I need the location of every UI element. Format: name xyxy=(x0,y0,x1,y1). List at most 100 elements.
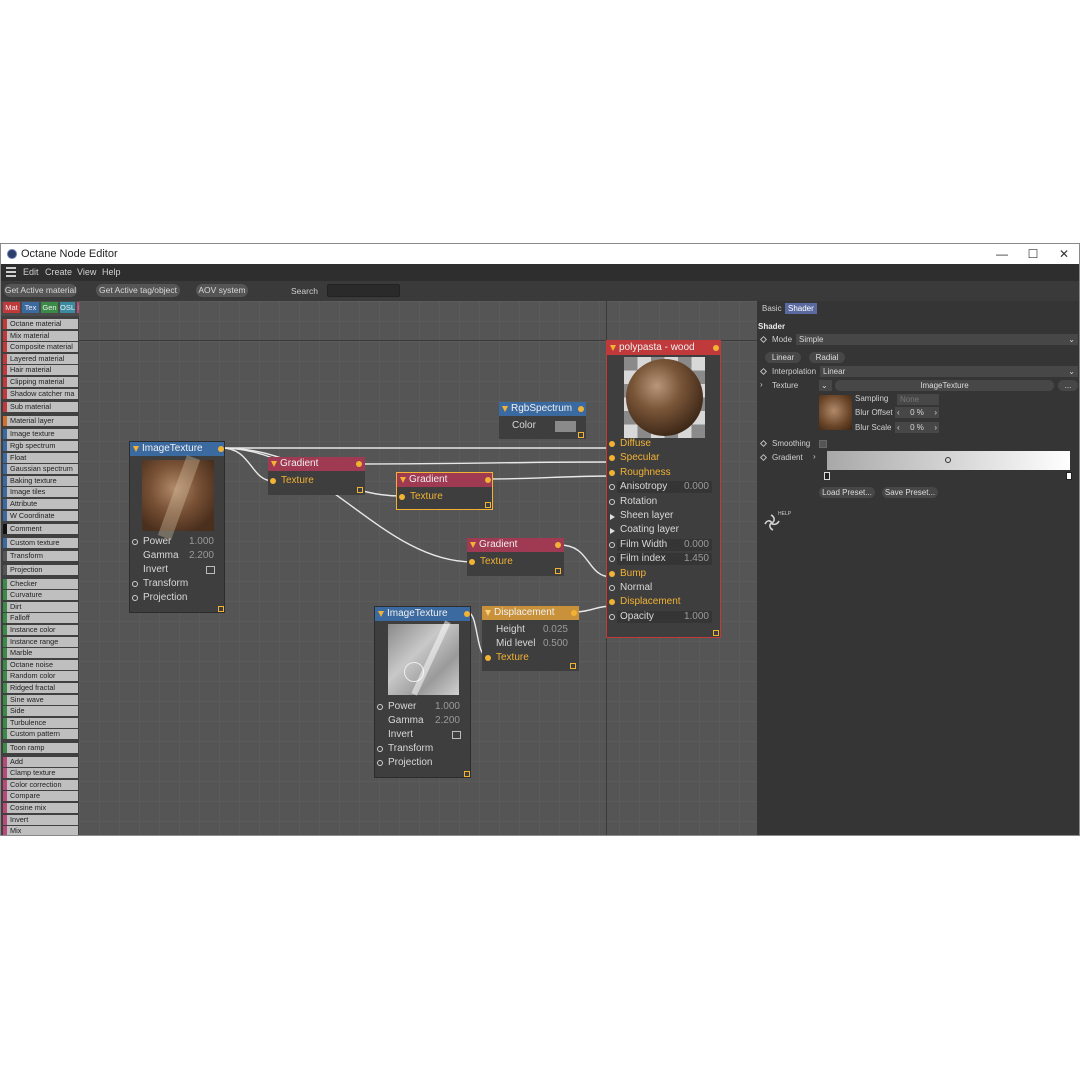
node-header[interactable]: ImageTexture xyxy=(375,607,470,621)
linear-button[interactable]: Linear xyxy=(765,352,801,363)
palette-item[interactable]: Attribute xyxy=(3,499,78,509)
category-tab-gen[interactable]: Gen xyxy=(41,302,58,313)
gradient-midpoint-handle[interactable] xyxy=(945,457,951,463)
output-pin[interactable] xyxy=(218,446,224,452)
palette-item[interactable]: Custom pattern xyxy=(3,729,78,740)
collapse-triangle-icon[interactable] xyxy=(400,477,406,483)
palette-item[interactable]: Projection xyxy=(3,565,78,575)
collapse-triangle-icon[interactable] xyxy=(133,446,139,452)
palette-item[interactable]: Octane noise xyxy=(3,659,78,670)
texture-dropdown-button[interactable]: ⌄ xyxy=(819,380,832,391)
interpolation-select[interactable]: Linear ⌄ xyxy=(820,366,1078,377)
gamma-value[interactable]: 2.200 xyxy=(180,550,214,561)
invert-checkbox[interactable] xyxy=(206,566,215,574)
search-input[interactable] xyxy=(327,284,400,297)
palette-item[interactable]: Transform xyxy=(3,551,78,562)
palette-item[interactable]: Gaussian spectrum xyxy=(3,464,78,475)
displacement-node[interactable]: Displacement Height 0.025 Mid level 0.50… xyxy=(482,606,579,671)
projection-pin[interactable] xyxy=(132,595,138,601)
palette-item[interactable]: Instance color xyxy=(3,625,78,635)
save-preset-button[interactable]: Save Preset... xyxy=(882,487,938,498)
power-pin[interactable] xyxy=(377,704,383,710)
input-pin[interactable] xyxy=(609,455,615,462)
palette-item[interactable]: Custom texture xyxy=(3,537,78,548)
palette-item[interactable]: Turbulence xyxy=(3,717,78,728)
hamburger-menu-icon[interactable] xyxy=(6,267,16,277)
input-pin[interactable] xyxy=(609,613,615,620)
projection-pin[interactable] xyxy=(377,760,383,766)
keyframe-diamond-icon[interactable] xyxy=(759,453,768,462)
palette-item[interactable]: Clipping material xyxy=(3,377,78,387)
chevron-right-icon[interactable]: › xyxy=(760,380,763,389)
node-header[interactable]: RgbSpectrum xyxy=(499,402,586,416)
input-pin[interactable] xyxy=(609,541,615,548)
collapse-triangle-icon[interactable] xyxy=(378,611,384,617)
node-header[interactable]: Gradient xyxy=(397,473,492,487)
texture-more-button[interactable]: ... xyxy=(1058,380,1078,391)
radial-button[interactable]: Radial xyxy=(809,352,845,363)
invert-checkbox[interactable] xyxy=(452,731,461,739)
gradient-node-1[interactable]: Gradient Texture xyxy=(268,457,365,495)
gradient-node-3[interactable]: Gradient Texture xyxy=(467,538,564,576)
node-header[interactable]: Gradient xyxy=(268,457,365,471)
chevron-right-icon[interactable]: › xyxy=(934,407,937,418)
chevron-right-icon[interactable]: › xyxy=(934,422,937,433)
chevron-left-icon[interactable]: ‹ xyxy=(897,407,900,418)
output-pin[interactable] xyxy=(571,610,577,616)
node-header[interactable]: Displacement xyxy=(482,606,579,620)
color-swatch[interactable] xyxy=(555,421,576,432)
resize-handle-icon[interactable] xyxy=(357,487,363,493)
output-pin[interactable] xyxy=(555,542,561,548)
node-header[interactable]: Gradient xyxy=(467,538,564,552)
palette-item[interactable]: Baking texture xyxy=(3,475,78,486)
palette-item[interactable]: Instance range xyxy=(3,636,78,647)
output-pin[interactable] xyxy=(713,345,719,351)
blur-offset-field[interactable]: ‹ 0 % › xyxy=(895,407,939,418)
palette-item[interactable]: Composite material xyxy=(3,342,78,353)
tab-basic[interactable]: Basic xyxy=(759,303,785,314)
palette-item[interactable]: Mix material xyxy=(3,330,78,341)
chevron-right-icon[interactable]: › xyxy=(813,452,816,461)
palette-item[interactable]: Hair material xyxy=(3,365,78,376)
keyframe-diamond-icon[interactable] xyxy=(759,439,768,448)
input-pin[interactable] xyxy=(609,585,615,591)
minimize-button[interactable]: — xyxy=(987,244,1017,264)
palette-item[interactable]: Octane material xyxy=(3,319,78,329)
gamma-value[interactable]: 2.200 xyxy=(425,715,460,726)
category-tab-mat[interactable]: Mat xyxy=(3,302,20,313)
output-pin[interactable] xyxy=(485,477,491,483)
aov-system-button[interactable]: AOV system xyxy=(196,284,248,297)
palette-item[interactable]: Invert xyxy=(3,814,78,825)
resize-handle-icon[interactable] xyxy=(555,568,561,574)
height-value[interactable]: 0.025 xyxy=(532,624,568,635)
smoothing-checkbox[interactable] xyxy=(819,440,827,448)
palette-item[interactable]: Marble xyxy=(3,648,78,659)
gradient-stop-right[interactable] xyxy=(1066,472,1072,480)
help-icon[interactable]: HELP xyxy=(761,511,791,535)
input-pin[interactable] xyxy=(609,484,615,491)
tab-shader[interactable]: Shader xyxy=(785,303,817,314)
material-node[interactable]: polypasta - wood Diffuse Specular Roughnes… xyxy=(606,340,721,638)
expand-triangle-icon[interactable] xyxy=(610,528,615,535)
transform-pin[interactable] xyxy=(132,581,138,587)
palette-item[interactable]: Rgb spectrum xyxy=(3,441,78,451)
output-pin[interactable] xyxy=(356,461,362,467)
chevron-left-icon[interactable]: ‹ xyxy=(897,422,900,433)
palette-item[interactable]: Compare xyxy=(3,791,78,802)
palette-item[interactable]: W Coordinate xyxy=(3,510,78,521)
get-active-tag-button[interactable]: Get Active tag/object xyxy=(96,284,180,297)
resize-handle-icon[interactable] xyxy=(464,771,470,777)
mid-level-value[interactable]: 0.500 xyxy=(532,638,568,649)
power-value[interactable]: 1.000 xyxy=(425,701,460,712)
texture-input-pin[interactable] xyxy=(399,494,405,500)
category-tab-tex[interactable]: Tex xyxy=(22,302,39,313)
palette-item[interactable]: Layered material xyxy=(3,353,78,364)
node-header[interactable]: polypasta - wood xyxy=(607,341,720,355)
menu-edit[interactable]: Edit xyxy=(23,267,39,277)
category-tab-osl[interactable]: OSL xyxy=(60,302,75,313)
keyframe-diamond-icon[interactable] xyxy=(759,335,768,344)
transform-pin[interactable] xyxy=(377,746,383,752)
menu-help[interactable]: Help xyxy=(102,267,121,277)
sampling-select[interactable]: None xyxy=(897,394,939,405)
resize-handle-icon[interactable] xyxy=(713,630,719,636)
